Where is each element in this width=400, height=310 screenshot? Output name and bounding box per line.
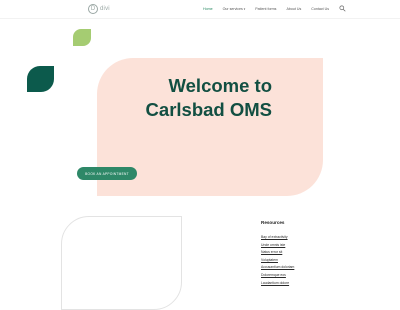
site-logo[interactable]: D divi [88, 3, 110, 15]
nav-item-about-us[interactable]: About Us [286, 6, 301, 12]
list-item: Doloremque eos [261, 268, 341, 277]
resources-list: Bay of extractivity Unde omnis iste Natu… [261, 230, 341, 285]
hero-title: Welcome to Carlsbad OMS [145, 75, 272, 120]
list-item: Unde omnis iste [261, 238, 341, 247]
search-icon[interactable] [339, 5, 346, 12]
resources-section: Resources Bay of extractivity Unde omnis… [261, 219, 341, 285]
list-item: Voluptatem [261, 253, 341, 262]
decorative-leaf-green [73, 29, 91, 46]
nav-item-label: Patient forms [255, 6, 277, 11]
chevron-down-icon: ▾ [243, 6, 246, 11]
list-item: Natus error sit [261, 245, 341, 254]
nav-item-patient-forms[interactable]: Patient forms [255, 6, 276, 12]
decorative-leaf-dark [27, 66, 54, 92]
nav-item-label: Our services [222, 6, 243, 11]
list-item: Laudantium dolore [261, 276, 341, 285]
nav-item-label: Contact Us [311, 6, 330, 11]
book-appointment-button[interactable]: Book an appointment [77, 167, 137, 180]
logo-text: divi [100, 6, 110, 12]
nav-item-home[interactable]: Home [203, 6, 213, 12]
outline-card [61, 216, 182, 310]
nav-item-label: Home [203, 6, 213, 11]
list-item: Bay of extractivity [261, 230, 341, 239]
resources-title: Resources [261, 220, 285, 225]
logo-mark-icon: D [88, 4, 98, 14]
resource-link[interactable]: Laudantium dolore [261, 281, 289, 285]
list-item: Accusantium doloriam [261, 260, 341, 269]
nav-item-our-services[interactable]: Our services▾ [223, 6, 246, 12]
nav-item-contact-us[interactable]: Contact Us [311, 6, 329, 12]
nav-item-label: About Us [286, 6, 302, 11]
site-header: D divi Home Our services▾ Patient forms … [0, 0, 400, 19]
main-nav: Home Our services▾ Patient forms About U… [203, 5, 346, 12]
